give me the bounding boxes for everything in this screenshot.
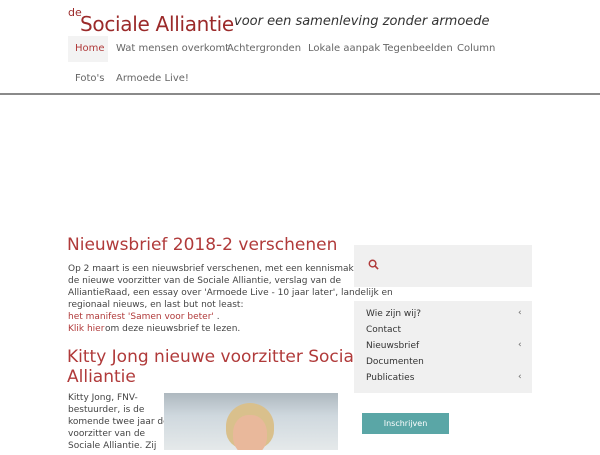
manifest-link[interactable]: het manifest 'Samen voor beter' (68, 312, 214, 322)
logo-name: Sociale Alliantie (80, 12, 234, 36)
header-divider (0, 93, 600, 95)
sidebar-search[interactable] (354, 245, 532, 287)
article-title-nieuwsbrief[interactable]: Nieuwsbrief 2018-2 verschenen (67, 235, 337, 255)
photo-face (233, 415, 267, 450)
nav-column[interactable]: Column (457, 43, 495, 54)
read-newsletter-text: om deze nieuwsbrief te lezen. (105, 324, 241, 334)
body-line: voorzitter van de (68, 429, 146, 439)
body-line: regionaal nieuws, en last but not least: (68, 300, 244, 310)
sidebar-item-documenten[interactable]: Documenten (366, 357, 424, 367)
nav-armoede-live[interactable]: Armoede Live! (116, 73, 189, 84)
chevron-left-icon[interactable]: ‹ (518, 372, 522, 382)
article-body-nieuwsbrief: Op 2 maart is een nieuwsbrief verschenen… (68, 263, 393, 323)
body-line: Kitty Jong, FNV- (68, 393, 138, 403)
body-line: komende twee jaar de (68, 417, 169, 427)
body-line: de nieuwe voorzitter van de Sociale Alli… (68, 276, 341, 286)
article-title-line: Kitty Jong nieuwe voorzitter Sociale (67, 347, 370, 367)
nav-wat-mensen-overkomt[interactable]: Wat mensen overkomt (116, 43, 229, 54)
chevron-left-icon[interactable]: ‹ (518, 340, 522, 350)
subscribe-newsletter-button[interactable]: Inschrijven nieuwsbrief (362, 413, 449, 449)
manifest-link-suffix: . (216, 312, 220, 322)
search-icon[interactable] (368, 259, 379, 270)
article-body-kitty-jong: Kitty Jong, FNV- bestuurder, is de komen… (68, 392, 169, 452)
nav-tegenbeelden[interactable]: Tegenbeelden (383, 43, 453, 54)
article-title-line: Alliantie (67, 367, 136, 387)
kitty-jong-photo (164, 393, 338, 450)
nav-achtergronden[interactable]: Achtergronden (227, 43, 301, 54)
sidebar-item-contact[interactable]: Contact (366, 325, 401, 335)
body-line: AlliantieRaad, een essay over 'Armoede L… (68, 288, 393, 298)
nav-fotos[interactable]: Foto's (75, 73, 105, 84)
sidebar-item-wie-zijn-wij[interactable]: Wie zijn wij? (366, 309, 421, 319)
sidebar-item-nieuwsbrief[interactable]: Nieuwsbrief (366, 341, 419, 351)
body-line: Op 2 maart is een nieuwsbrief verschenen… (68, 264, 389, 274)
chevron-left-icon[interactable]: ‹ (518, 308, 522, 318)
read-newsletter-link[interactable]: Klik hier (68, 324, 104, 334)
article-title-kitty-jong[interactable]: Kitty Jong nieuwe voorzitter Sociale All… (67, 347, 369, 387)
site-tagline: voor een samenleving zonder armoede (234, 14, 490, 29)
nav-home[interactable]: Home (75, 43, 105, 54)
body-line: Sociale Alliantie. Zij (68, 441, 157, 451)
nav-lokale-aanpak[interactable]: Lokale aanpak (308, 43, 380, 54)
body-line: bestuurder, is de (68, 405, 145, 415)
sidebar-item-publicaties[interactable]: Publicaties (366, 373, 414, 383)
sidebar-menu: Wie zijn wij? ‹ Contact Nieuwsbrief ‹ Do… (354, 301, 532, 393)
